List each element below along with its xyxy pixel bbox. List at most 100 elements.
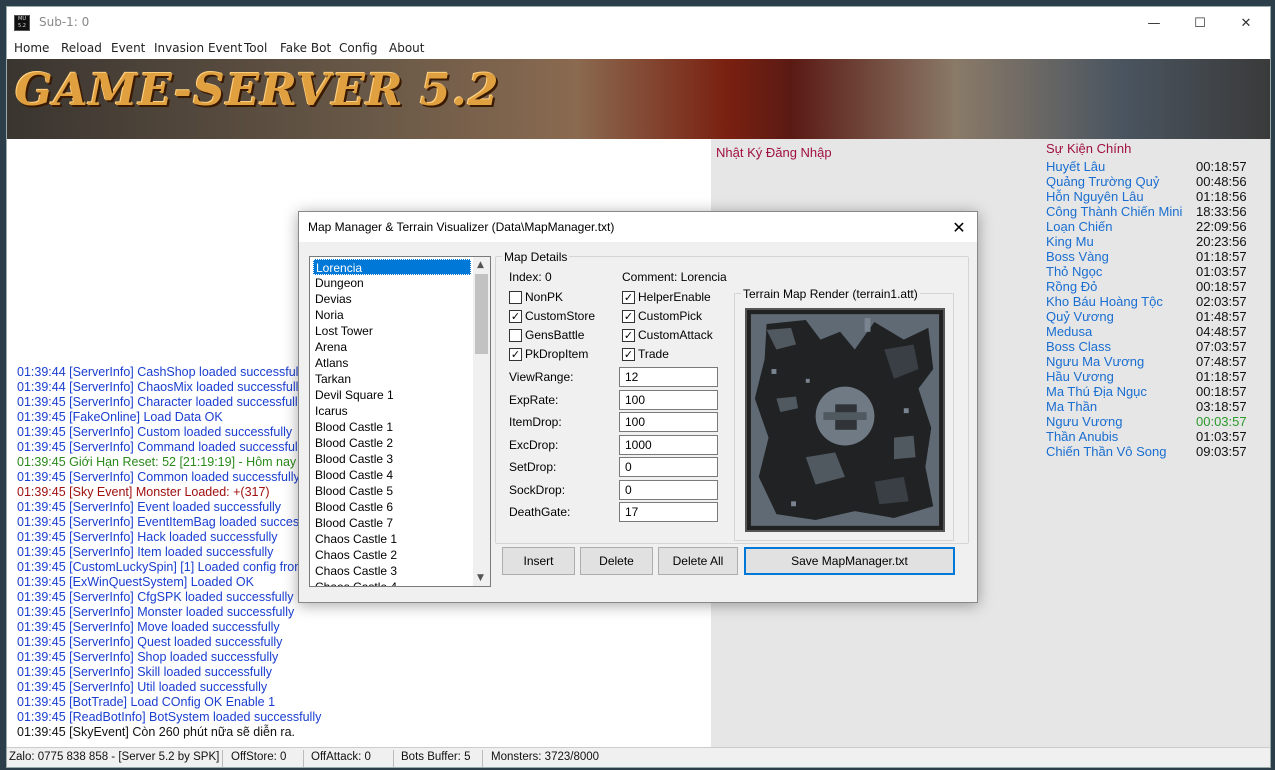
map-list-item[interactable]: Devias bbox=[313, 291, 471, 307]
checkbox[interactable]: ✓ bbox=[622, 291, 635, 304]
map-list-item[interactable]: Atlans bbox=[313, 355, 471, 371]
map-list-item[interactable]: Chaos Castle 3 bbox=[313, 563, 471, 579]
map-list-item[interactable]: Blood Castle 4 bbox=[313, 467, 471, 483]
map-list-item[interactable]: Blood Castle 5 bbox=[313, 483, 471, 499]
checkbox[interactable]: ✓ bbox=[622, 310, 635, 323]
event-name: Thần Anubis bbox=[1046, 429, 1119, 444]
field-input[interactable]: 17 bbox=[619, 502, 718, 522]
checkbox[interactable]: ✓ bbox=[622, 329, 635, 342]
event-name: Medusa bbox=[1046, 324, 1093, 339]
field-input[interactable]: 0 bbox=[619, 457, 718, 477]
checkbox-label: Trade bbox=[638, 347, 669, 361]
map-list[interactable]: Lorencia Dungeon Devias Noria Lost Tower Aren… bbox=[309, 256, 491, 587]
field-input[interactable]: 100 bbox=[619, 389, 718, 410]
scroll-up-icon[interactable]: ▲ bbox=[477, 260, 484, 270]
scroll-down-icon[interactable]: ▼ bbox=[477, 573, 484, 583]
checkbox-label: GensBattle bbox=[525, 328, 585, 342]
close-button[interactable]: ✕ bbox=[1223, 7, 1269, 39]
event-time: 00:18:57 bbox=[1196, 159, 1247, 174]
event-name: Thỏ Ngọc bbox=[1046, 264, 1103, 279]
checkbox[interactable]: ✓ bbox=[622, 348, 635, 361]
log-line: 01:39:45 [ServerInfo] Monster loaded suc… bbox=[17, 605, 295, 619]
field-label: DeathGate: bbox=[509, 505, 571, 519]
menu-about[interactable]: About bbox=[389, 41, 424, 55]
checkbox[interactable]: ✓ bbox=[509, 348, 522, 361]
event-name: Quảng Trường Quỷ bbox=[1046, 174, 1160, 189]
index-label: Index: 0 bbox=[509, 270, 552, 284]
map-list-scrollbar[interactable]: ▲ ▼ bbox=[473, 257, 490, 586]
map-list-item[interactable]: Chaos Castle 1 bbox=[313, 531, 471, 547]
minimize-button[interactable]: — bbox=[1131, 7, 1177, 39]
log-line: 01:39:45 [FakeOnline] Load Data OK bbox=[17, 410, 223, 424]
map-list-item[interactable]: Chaos Castle 2 bbox=[313, 547, 471, 563]
checkbox-label: CustomPick bbox=[638, 309, 703, 323]
map-list-item[interactable]: Blood Castle 7 bbox=[313, 515, 471, 531]
map-list-item[interactable]: Lorencia bbox=[313, 259, 471, 275]
maximize-button[interactable]: ☐ bbox=[1177, 7, 1223, 39]
menu-home[interactable]: Home bbox=[14, 41, 49, 55]
events-title: Sự Kiện Chính bbox=[1046, 141, 1132, 156]
scrollbar-thumb[interactable] bbox=[475, 274, 488, 354]
app-icon: MU 5.2 bbox=[14, 15, 30, 31]
event-name: Loạn Chiến bbox=[1046, 219, 1113, 234]
menu-fake-bot[interactable]: Fake Bot bbox=[280, 41, 331, 55]
map-list-item[interactable]: Blood Castle 2 bbox=[313, 435, 471, 451]
terrain-map bbox=[745, 308, 945, 532]
event-time: 22:09:56 bbox=[1196, 219, 1247, 234]
menu-tool[interactable]: Tool bbox=[244, 41, 267, 55]
event-name: Boss Vàng bbox=[1046, 249, 1109, 264]
field-input[interactable]: 1000 bbox=[619, 434, 718, 455]
field-input[interactable]: 0 bbox=[619, 479, 718, 500]
event-time: 01:48:57 bbox=[1196, 309, 1247, 324]
log-line: 01:39:45 [ServerInfo] Event loaded succe… bbox=[17, 500, 282, 514]
field-input[interactable]: 12 bbox=[619, 367, 718, 387]
map-list-item[interactable]: Blood Castle 6 bbox=[313, 499, 471, 515]
delete-all-button[interactable]: Delete All bbox=[658, 547, 738, 575]
map-list-item[interactable]: Devil Square 1 bbox=[313, 387, 471, 403]
event-time: 00:18:57 bbox=[1196, 279, 1247, 294]
log-line: 01:39:45 [BotTrade] Load COnfig OK Enabl… bbox=[17, 695, 276, 709]
map-list-item[interactable]: Dungeon bbox=[313, 275, 471, 291]
checkbox[interactable] bbox=[509, 291, 522, 304]
log-line: 01:39:45 [ServerInfo] Util loaded succes… bbox=[17, 680, 268, 694]
menu-event[interactable]: Event bbox=[111, 41, 145, 55]
banner: GAME-SERVER 5.2 bbox=[7, 59, 1270, 139]
event-time: 01:18:57 bbox=[1196, 369, 1247, 384]
map-list-item[interactable]: Blood Castle 3 bbox=[313, 451, 471, 467]
menu-config[interactable]: Config bbox=[339, 41, 378, 55]
checkbox[interactable]: ✓ bbox=[509, 310, 522, 323]
menu-reload[interactable]: Reload bbox=[61, 41, 102, 55]
checkbox[interactable] bbox=[509, 329, 522, 342]
log-line: 01:39:44 [ServerInfo] ChaosMix loaded su… bbox=[17, 380, 305, 394]
map-list-item[interactable]: Icarus bbox=[313, 403, 471, 419]
status-bar: Zalo: 0775 838 858 - [Server 5.2 by SPK]… bbox=[7, 747, 1270, 767]
dialog-close-icon[interactable]: ✕ bbox=[941, 212, 977, 242]
field-input[interactable]: 100 bbox=[619, 412, 718, 432]
log-line: 01:39:45 [ServerInfo] Item loaded succes… bbox=[17, 545, 274, 559]
map-list-item[interactable]: Chaos Castle 4 bbox=[313, 579, 471, 586]
event-name: Hỗn Nguyên Lâu bbox=[1046, 189, 1144, 204]
map-list-item[interactable]: Noria bbox=[313, 307, 471, 323]
checkbox-label: PkDropItem bbox=[525, 347, 589, 361]
map-list-item[interactable]: Lost Tower bbox=[313, 323, 471, 339]
field-label: SetDrop: bbox=[509, 460, 557, 474]
save-mapmanager-button[interactable]: Save MapManager.txt bbox=[744, 547, 955, 575]
log-line: 01:39:45 [ServerInfo] Skill loaded succe… bbox=[17, 665, 272, 679]
status-offstore: OffStore: 0 bbox=[231, 751, 287, 763]
menu-invasion-event[interactable]: Invasion Event bbox=[154, 41, 242, 55]
event-time: 09:03:57 bbox=[1196, 444, 1247, 459]
insert-button[interactable]: Insert bbox=[502, 547, 575, 575]
log-line: 01:39:45 [ExWinQuestSystem] Loaded OK bbox=[17, 575, 254, 589]
map-details-title: Map Details bbox=[502, 250, 570, 264]
log-line: 01:39:45 [ServerInfo] Shop loaded succes… bbox=[17, 650, 279, 664]
delete-button[interactable]: Delete bbox=[580, 547, 653, 575]
map-list-item[interactable]: Tarkan bbox=[313, 371, 471, 387]
map-list-item[interactable]: Arena bbox=[313, 339, 471, 355]
event-name: Huyết Lâu bbox=[1046, 159, 1106, 174]
event-name: Chiến Thần Vô Song bbox=[1046, 444, 1167, 459]
field-label: ItemDrop: bbox=[509, 415, 562, 429]
event-time: 00:18:57 bbox=[1196, 384, 1247, 399]
map-list-item[interactable]: Blood Castle 1 bbox=[313, 419, 471, 435]
field-label: ExpRate: bbox=[509, 392, 559, 407]
event-time: 03:18:57 bbox=[1196, 399, 1247, 414]
